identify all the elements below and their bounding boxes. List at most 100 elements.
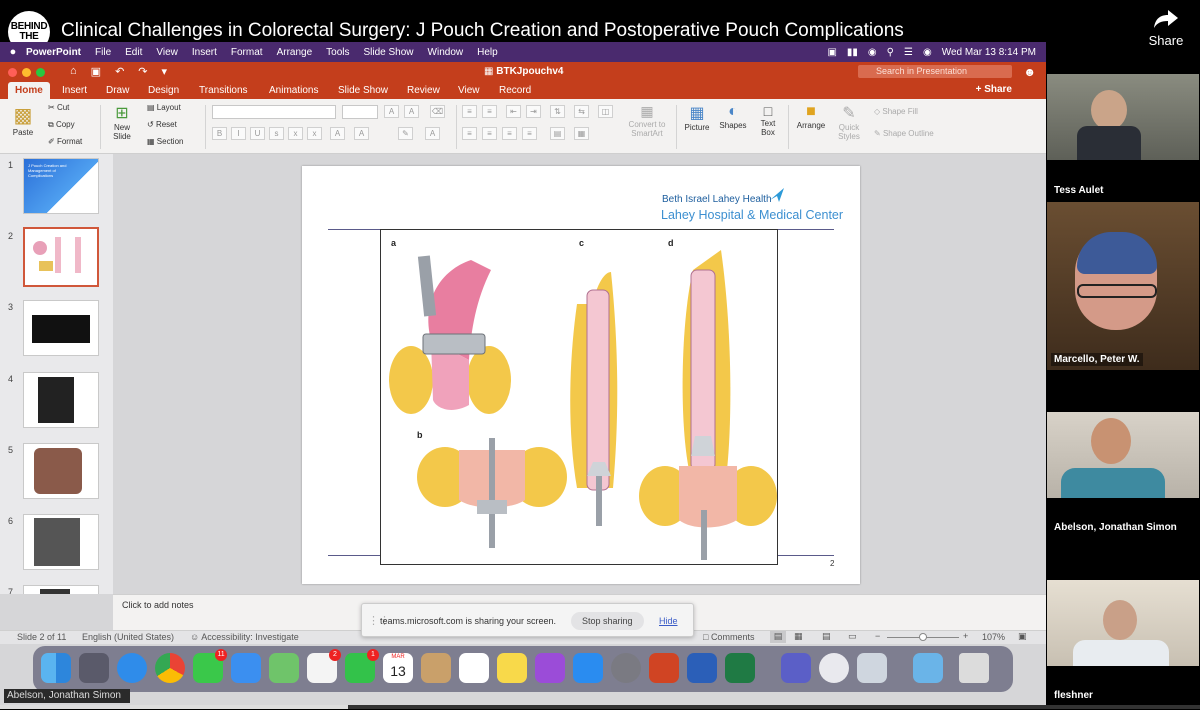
current-slide[interactable]: Beth Israel Lahey Health Lahey Hospital … (302, 166, 860, 584)
notes-icon[interactable] (497, 653, 527, 683)
excel-icon[interactable] (725, 653, 755, 683)
shapes-button[interactable]: ◐ Shapes (718, 103, 748, 130)
slide-thumbnail-6[interactable] (23, 514, 99, 570)
chrome-icon[interactable] (155, 653, 185, 683)
align-right-icon[interactable]: ≡ (502, 127, 517, 140)
photos-icon[interactable]: 2 (307, 649, 341, 683)
comments-button[interactable]: □ Comments (703, 632, 754, 642)
quick-styles-button[interactable]: ✎ Quick Styles (834, 103, 864, 141)
align-text-icon[interactable]: ▤ (550, 127, 565, 140)
teams-icon[interactable] (781, 653, 811, 683)
preview-icon[interactable] (857, 653, 887, 683)
share-button[interactable]: Share (1146, 10, 1186, 48)
safari-icon[interactable] (117, 653, 147, 683)
superscript-icon[interactable]: x (288, 127, 303, 140)
battery-icon[interactable]: ▮▮ (847, 47, 858, 58)
change-case-icon[interactable]: A (354, 127, 369, 140)
underline-icon[interactable]: U (250, 127, 265, 140)
increase-indent-icon[interactable]: ⇥ (526, 105, 541, 118)
grow-font-icon[interactable]: A (384, 105, 399, 118)
participant-tile-4[interactable] (1047, 580, 1199, 666)
spotlight-search-icon[interactable]: ⚲ (887, 47, 894, 58)
zoom-out-icon[interactable]: − (875, 631, 880, 641)
messages-icon[interactable]: 11 (193, 649, 227, 683)
tab-design[interactable]: Design (141, 82, 186, 99)
menu-help[interactable]: Help (477, 47, 498, 58)
align-left-icon[interactable]: ≡ (462, 127, 477, 140)
apple-menu-icon[interactable]: ● (0, 46, 26, 58)
zoom-window-button[interactable] (36, 68, 45, 77)
menu-insert[interactable]: Insert (192, 47, 217, 58)
text-box-button[interactable]: □ Text Box (754, 103, 782, 137)
slide-thumbnail-7[interactable] (23, 585, 99, 594)
menu-file[interactable]: File (95, 47, 111, 58)
zoom-level[interactable]: 107% (982, 632, 1005, 642)
section-button[interactable]: ▦ Section (147, 137, 183, 146)
tab-review[interactable]: Review (400, 82, 447, 99)
save-icon[interactable]: ▣ (91, 65, 101, 78)
new-slide-button[interactable]: ⊞ New Slide (107, 103, 137, 141)
app-icon[interactable] (421, 653, 451, 683)
system-settings-icon[interactable] (611, 653, 641, 683)
arrange-button[interactable]: ■ Arrange (794, 103, 828, 130)
launchpad-icon[interactable] (79, 653, 109, 683)
menu-view[interactable]: View (156, 47, 178, 58)
convert-smartart-button[interactable]: ▦ Convert to SmartArt (622, 103, 672, 138)
participant-tile-2[interactable] (1047, 202, 1199, 370)
calendar-icon[interactable]: MAR 13 (383, 653, 413, 683)
numbering-icon[interactable]: ≡ (482, 105, 497, 118)
finder-icon[interactable] (41, 653, 71, 683)
clear-formatting-icon[interactable]: ⌫ (430, 105, 445, 118)
menu-app-name[interactable]: PowerPoint (26, 47, 81, 58)
tab-insert[interactable]: Insert (55, 82, 94, 99)
hide-banner-link[interactable]: Hide (659, 616, 678, 626)
home-icon[interactable]: ⌂ (70, 65, 77, 78)
mail-icon[interactable] (231, 653, 261, 683)
slide-thumbnail-5[interactable] (23, 443, 99, 499)
video-title[interactable]: Clinical Challenges in Colorectal Surger… (61, 20, 904, 42)
tab-transitions[interactable]: Transitions (192, 82, 255, 99)
siri-icon[interactable]: ◉ (923, 47, 932, 58)
tab-slide-show[interactable]: Slide Show (331, 82, 395, 99)
line-spacing-icon[interactable]: ⇅ (550, 105, 565, 118)
columns-icon[interactable]: ◫ (598, 105, 613, 118)
maps-icon[interactable] (269, 653, 299, 683)
minimize-window-button[interactable] (22, 68, 31, 77)
paste-button[interactable]: ▩ Paste (8, 103, 38, 137)
video-progress-bar[interactable] (0, 705, 1200, 709)
smartart-icon[interactable]: ▦ (574, 127, 589, 140)
font-color-icon[interactable]: A (425, 127, 440, 140)
profile-icon[interactable]: ☻ (1023, 65, 1036, 79)
tab-animations[interactable]: Animations (262, 82, 325, 99)
slide-thumbnail-1[interactable]: J Pouch Creation and Management of Compl… (23, 158, 99, 214)
align-center-icon[interactable]: ≡ (482, 127, 497, 140)
font-family-select[interactable] (212, 105, 336, 119)
tab-draw[interactable]: Draw (99, 82, 136, 99)
shape-outline-button[interactable]: ✎ Shape Outline (874, 129, 934, 138)
shrink-font-icon[interactable]: A (404, 105, 419, 118)
slideshow-view-icon[interactable]: ▭ (848, 631, 857, 642)
menu-arrange[interactable]: Arrange (277, 47, 313, 58)
participant-tile-1[interactable] (1047, 74, 1199, 160)
text-effects-icon[interactable]: A (330, 127, 345, 140)
italic-icon[interactable]: I (231, 127, 246, 140)
layout-button[interactable]: ▤ Layout (147, 103, 181, 112)
tab-home[interactable]: Home (8, 82, 50, 99)
screen-mirror-icon[interactable]: ▣ (827, 47, 836, 58)
tab-view[interactable]: View (451, 82, 487, 99)
zoom-in-icon[interactable]: + (963, 631, 968, 641)
ribbon-share-button[interactable]: + Share (976, 84, 1012, 95)
menu-slide-show[interactable]: Slide Show (364, 47, 414, 58)
reminders-icon[interactable] (459, 653, 489, 683)
wifi-icon[interactable]: ◉ (868, 47, 877, 58)
normal-view-icon[interactable]: ▤ (770, 631, 786, 643)
shape-fill-button[interactable]: ◇ Shape Fill (874, 107, 918, 116)
menu-edit[interactable]: Edit (125, 47, 142, 58)
zoom-slider[interactable] (887, 633, 959, 641)
font-size-select[interactable] (342, 105, 378, 119)
podcasts-icon[interactable] (535, 653, 565, 683)
slide-thumbnail-2[interactable] (23, 227, 99, 287)
decrease-indent-icon[interactable]: ⇤ (506, 105, 521, 118)
menu-window[interactable]: Window (428, 47, 464, 58)
powerpoint-icon[interactable] (649, 653, 679, 683)
